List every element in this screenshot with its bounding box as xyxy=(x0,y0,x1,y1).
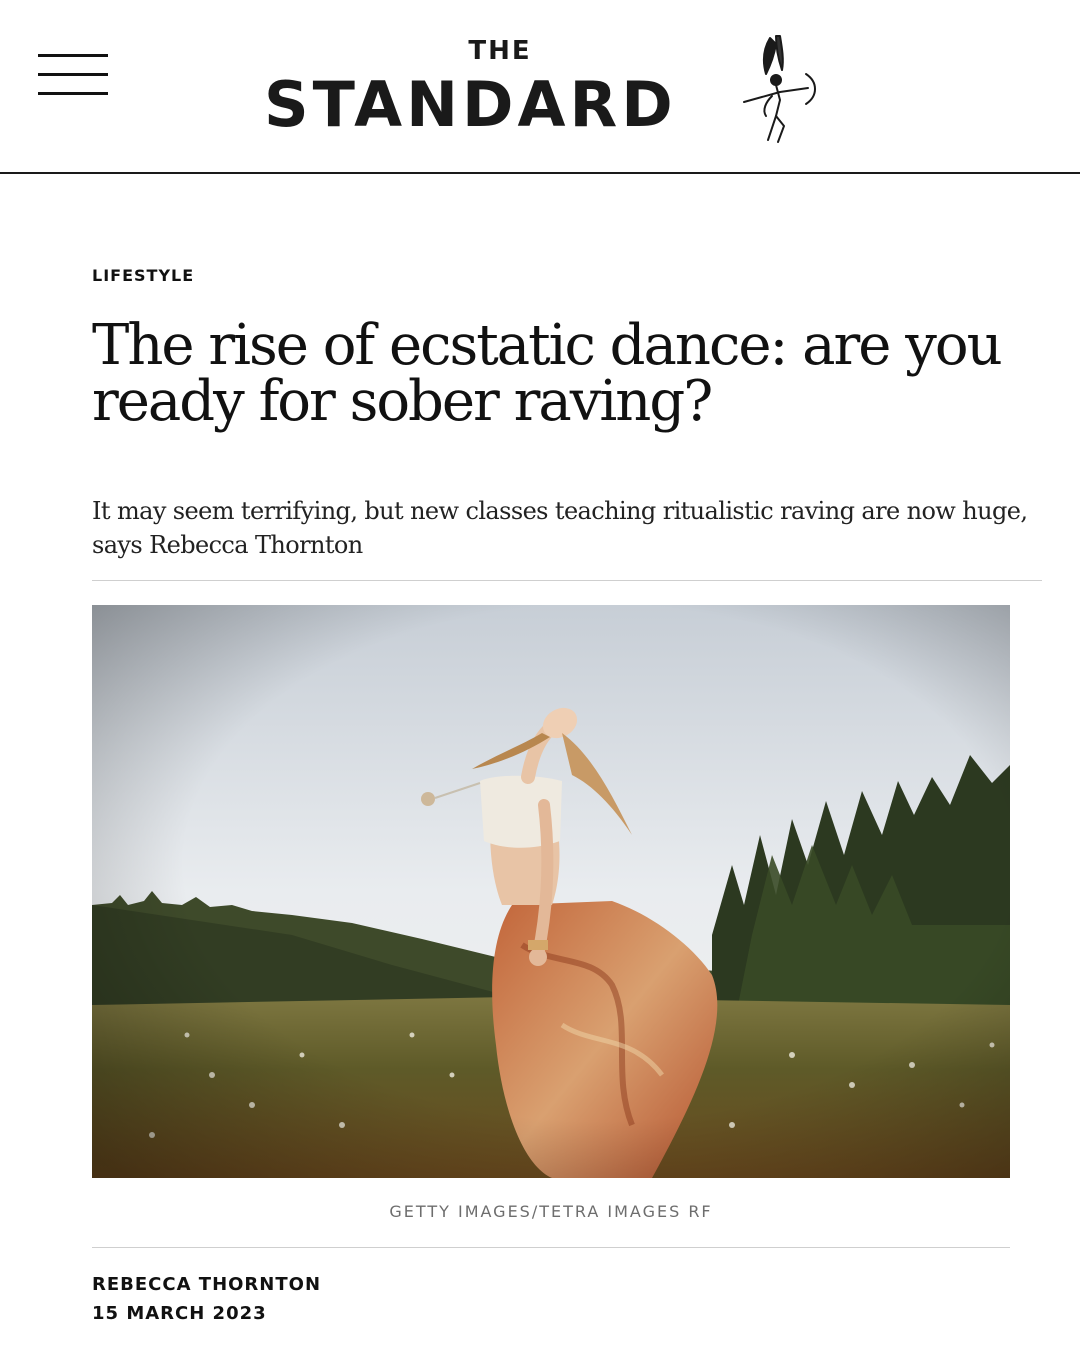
winged-figure-icon xyxy=(743,35,816,143)
article-standfirst: It may seem terrifying, but new classes … xyxy=(92,497,1028,559)
site-header: THE STANDARD xyxy=(0,0,1080,174)
hero-image xyxy=(92,605,1010,1178)
article-headline: The rise of ecstatic dance: are you read… xyxy=(92,313,1003,434)
category-link[interactable]: LIFESTYLE xyxy=(92,266,194,285)
menu-line xyxy=(38,73,108,76)
logo-the-text: THE xyxy=(468,36,532,66)
author-name-link[interactable]: REBECCA THORNTON xyxy=(92,1274,321,1295)
menu-line xyxy=(38,92,108,95)
hamburger-menu-icon[interactable] xyxy=(38,54,108,98)
menu-line xyxy=(38,54,108,57)
site-logo[interactable]: THE STANDARD xyxy=(262,30,832,148)
divider xyxy=(92,1247,1010,1248)
hero-photo-dancing-woman-in-field xyxy=(92,605,1010,1178)
logo-standard-text: STANDARD xyxy=(264,68,677,141)
image-credit: GETTY IMAGES/TETRA IMAGES RF xyxy=(389,1202,713,1221)
publish-date: 15 MARCH 2023 xyxy=(92,1303,267,1324)
divider xyxy=(92,580,1042,581)
